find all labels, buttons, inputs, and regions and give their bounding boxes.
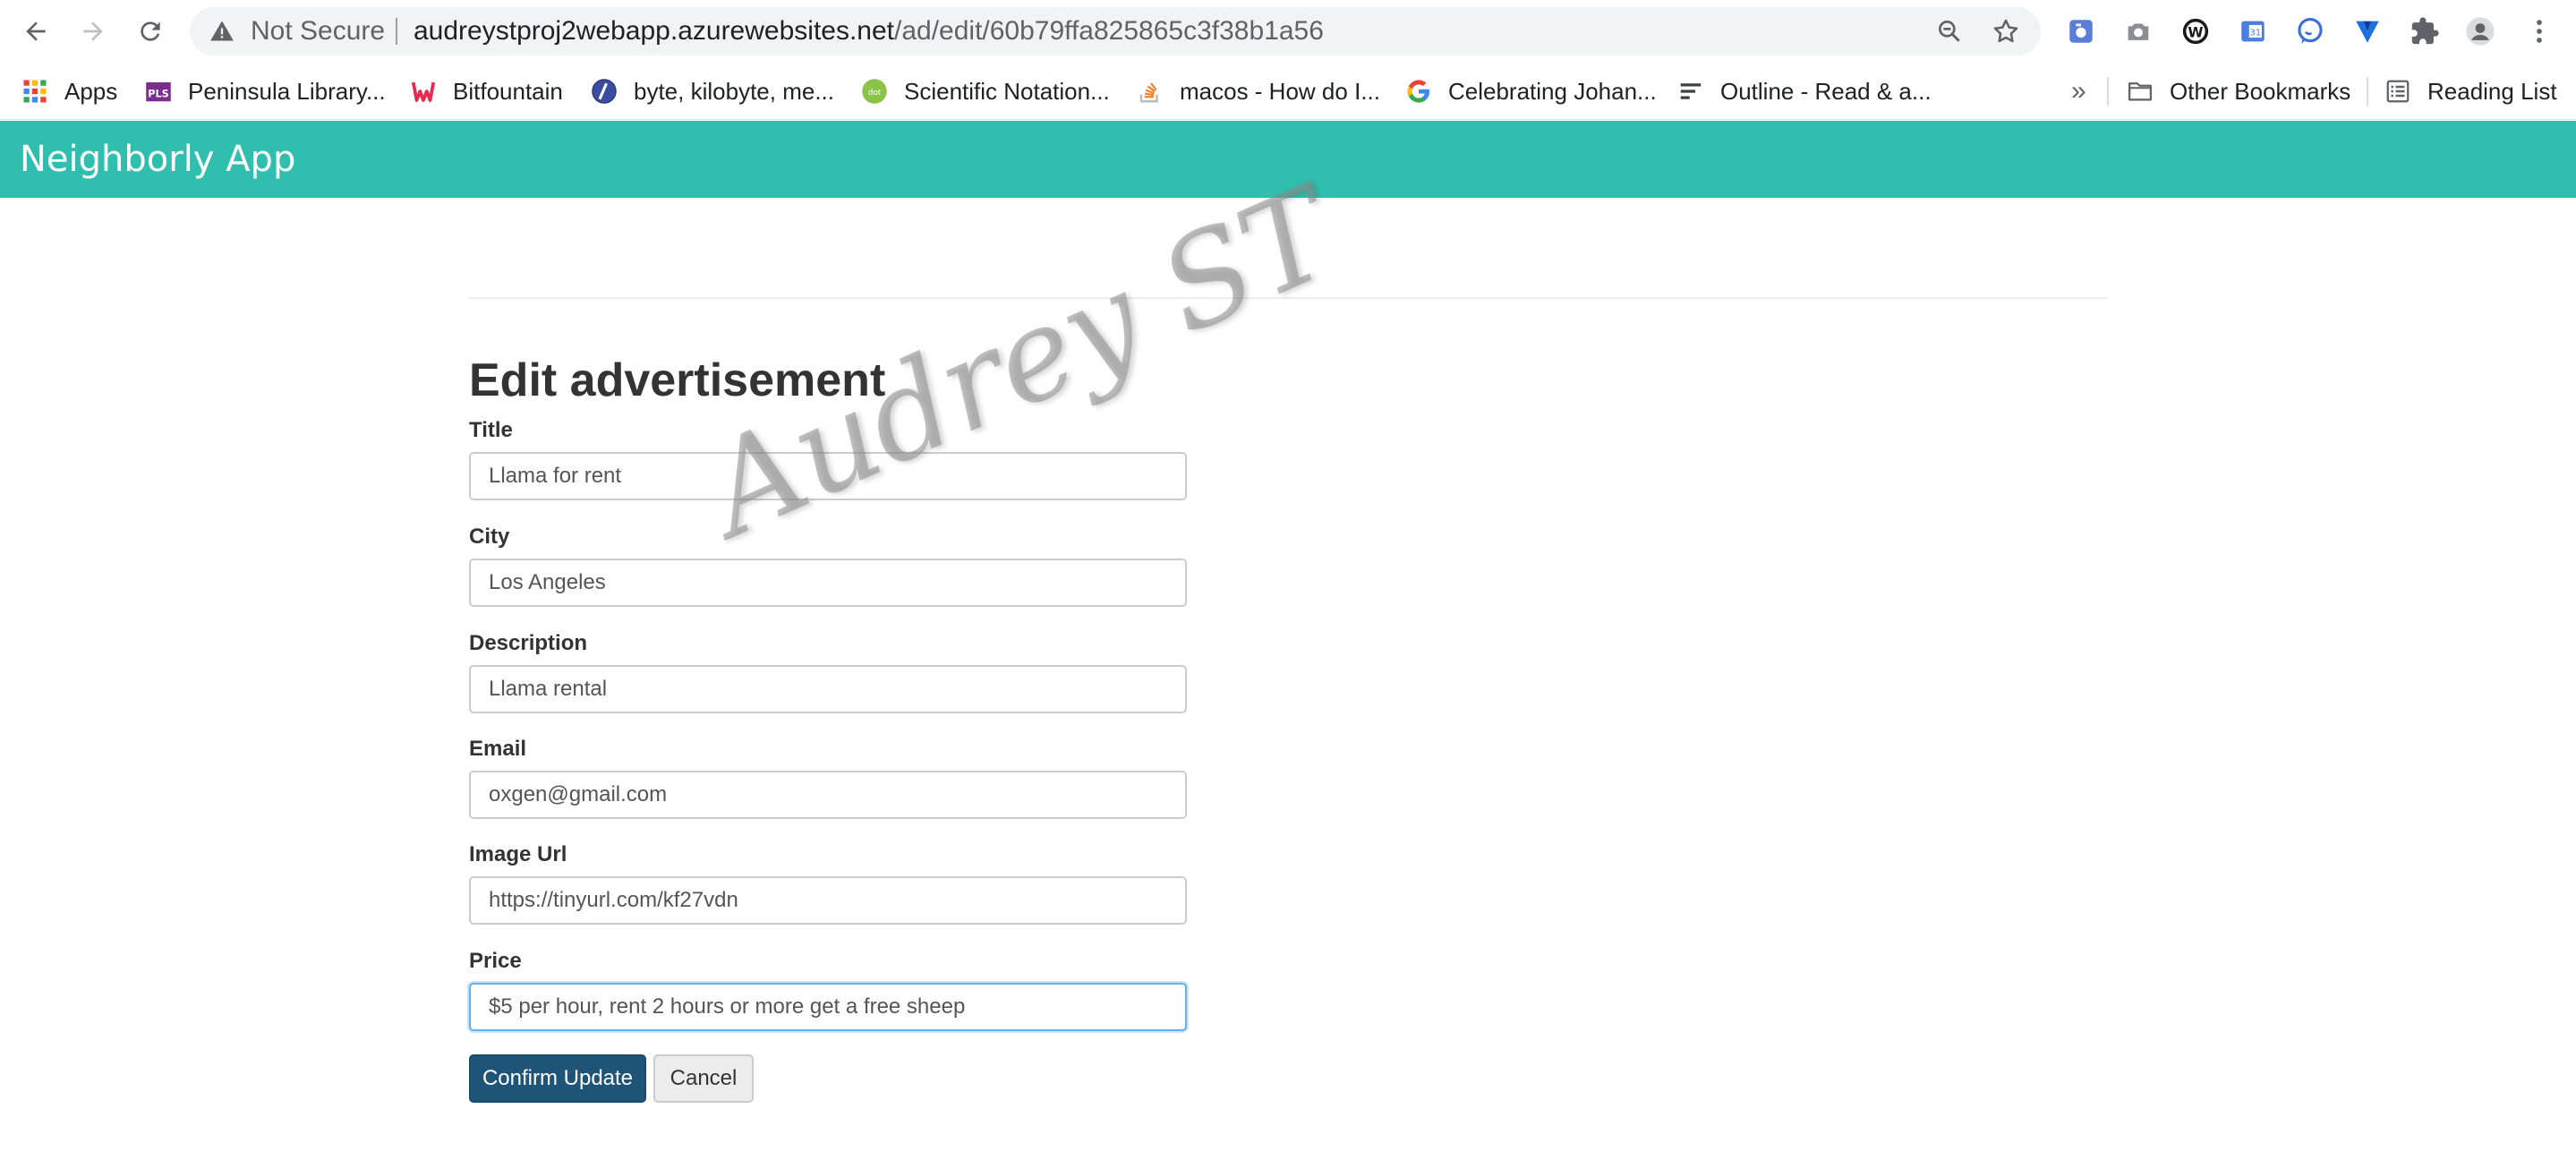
bookmark-star-icon[interactable] [1991,16,2021,47]
other-bookmarks-label: Other Bookmarks [2170,77,2351,105]
bookmark-apps[interactable]: Apps [21,63,117,120]
dot-site-icon: dot [861,78,888,105]
email-label: Email [469,737,527,761]
pls-icon: PLS [145,78,172,105]
svg-text:dot: dot [868,89,882,98]
bookmark-scientific-notation[interactable]: dot Scientific Notation... [861,63,1110,120]
puzzle-icon[interactable] [2408,14,2442,48]
more-vert-icon[interactable] [2522,14,2556,48]
content-divider [469,297,2107,299]
v-extension-icon[interactable] [2350,14,2384,48]
address-bar[interactable]: Not Secure audreystproj2webapp.azurewebs… [190,7,2041,55]
bookmarks-bar: Apps PLS Peninsula Library... Bitfountai… [0,63,2576,120]
bookmarks-overflow-button[interactable]: » [2071,63,2086,120]
description-input[interactable] [469,665,1187,713]
screenshot-icon[interactable] [2121,14,2155,48]
image-url-label: Image Url [469,842,567,866]
bookmark-label: byte, kilobyte, me... [634,77,834,105]
warning-icon [210,21,234,41]
svg-text:31: 31 [2250,28,2262,38]
bookmark-macos[interactable]: macos - How do I... [1137,63,1380,120]
bitfountain-icon [410,78,437,105]
bookmark-label: Outline - Read & a... [1720,77,1932,105]
bookmark-celebrating[interactable]: Celebrating Johan... [1405,63,1657,120]
bookmark-byte-kilobyte[interactable]: byte, kilobyte, me... [591,63,834,120]
reload-button[interactable] [131,12,170,51]
email-input[interactable] [469,771,1187,819]
title-input[interactable] [469,452,1187,500]
browser-toolbar: Not Secure audreystproj2webapp.azurewebs… [0,0,2576,63]
bookmark-label: Scientific Notation... [904,77,1110,105]
omnibox-divider [396,18,397,45]
forward-button[interactable] [73,12,113,51]
google-icon [1405,78,1432,105]
svg-text:PLS: PLS [148,88,169,99]
bookmark-outline[interactable]: Outline - Read & a... [1677,63,1932,120]
stackoverflow-icon [1137,78,1164,105]
confirm-update-button[interactable]: Confirm Update [469,1054,646,1103]
bookmark-peninsula-library[interactable]: PLS Peninsula Library... [145,63,386,120]
page-title: Edit advertisement [469,354,886,406]
calendar-extension-icon[interactable]: 31 [2236,14,2270,48]
bookmark-label: Celebrating Johan... [1448,77,1657,105]
folder-icon [2127,78,2154,105]
back-arrow-icon [26,21,46,41]
reading-list-icon [2384,78,2411,105]
bookmark-label: Peninsula Library... [188,77,386,105]
profile-icon[interactable] [2463,14,2497,48]
reading-list-label: Reading List [2427,77,2557,105]
apps-grid-icon [21,78,48,105]
byte-site-icon [591,78,618,105]
image-url-input[interactable] [469,876,1187,925]
city-input[interactable] [469,559,1187,607]
app-brand-link[interactable]: Neighborly App [20,121,295,198]
reading-list-divider [2367,77,2368,106]
forward-arrow-icon [83,21,103,41]
w-extension-icon[interactable]: W [2179,14,2213,48]
city-label: City [469,525,510,549]
url-text[interactable]: audreystproj2webapp.azurewebsites.net/ad… [414,7,1324,55]
reading-list[interactable]: Reading List [2384,63,2557,120]
outline-icon [1677,78,1704,105]
app-navbar: Neighborly App [0,121,2576,198]
bookmarks-divider [2107,77,2109,106]
cancel-button[interactable]: Cancel [653,1054,754,1103]
bookmark-label: macos - How do I... [1180,77,1380,105]
bookmark-bitfountain[interactable]: Bitfountain [410,63,563,120]
url-path: /ad/edit/60b79ffa825865c3f38b1a56 [894,16,1324,46]
svg-text:W: W [2188,24,2203,40]
price-input[interactable] [469,983,1187,1031]
description-label: Description [469,631,588,655]
reload-icon [141,21,160,41]
other-bookmarks[interactable]: Other Bookmarks [2127,63,2350,120]
price-label: Price [469,949,522,973]
zoom-icon[interactable] [1935,17,1964,46]
not-secure-label[interactable]: Not Secure [251,7,385,55]
url-host: audreystproj2webapp.azurewebsites.net [414,16,894,46]
back-button[interactable] [16,12,55,51]
chat-extension-icon[interactable] [2293,14,2327,48]
title-label: Title [469,418,513,442]
bookmark-label: Bitfountain [453,77,563,105]
bookmark-label: Apps [64,77,118,105]
camera-extension-icon[interactable] [2064,14,2098,48]
